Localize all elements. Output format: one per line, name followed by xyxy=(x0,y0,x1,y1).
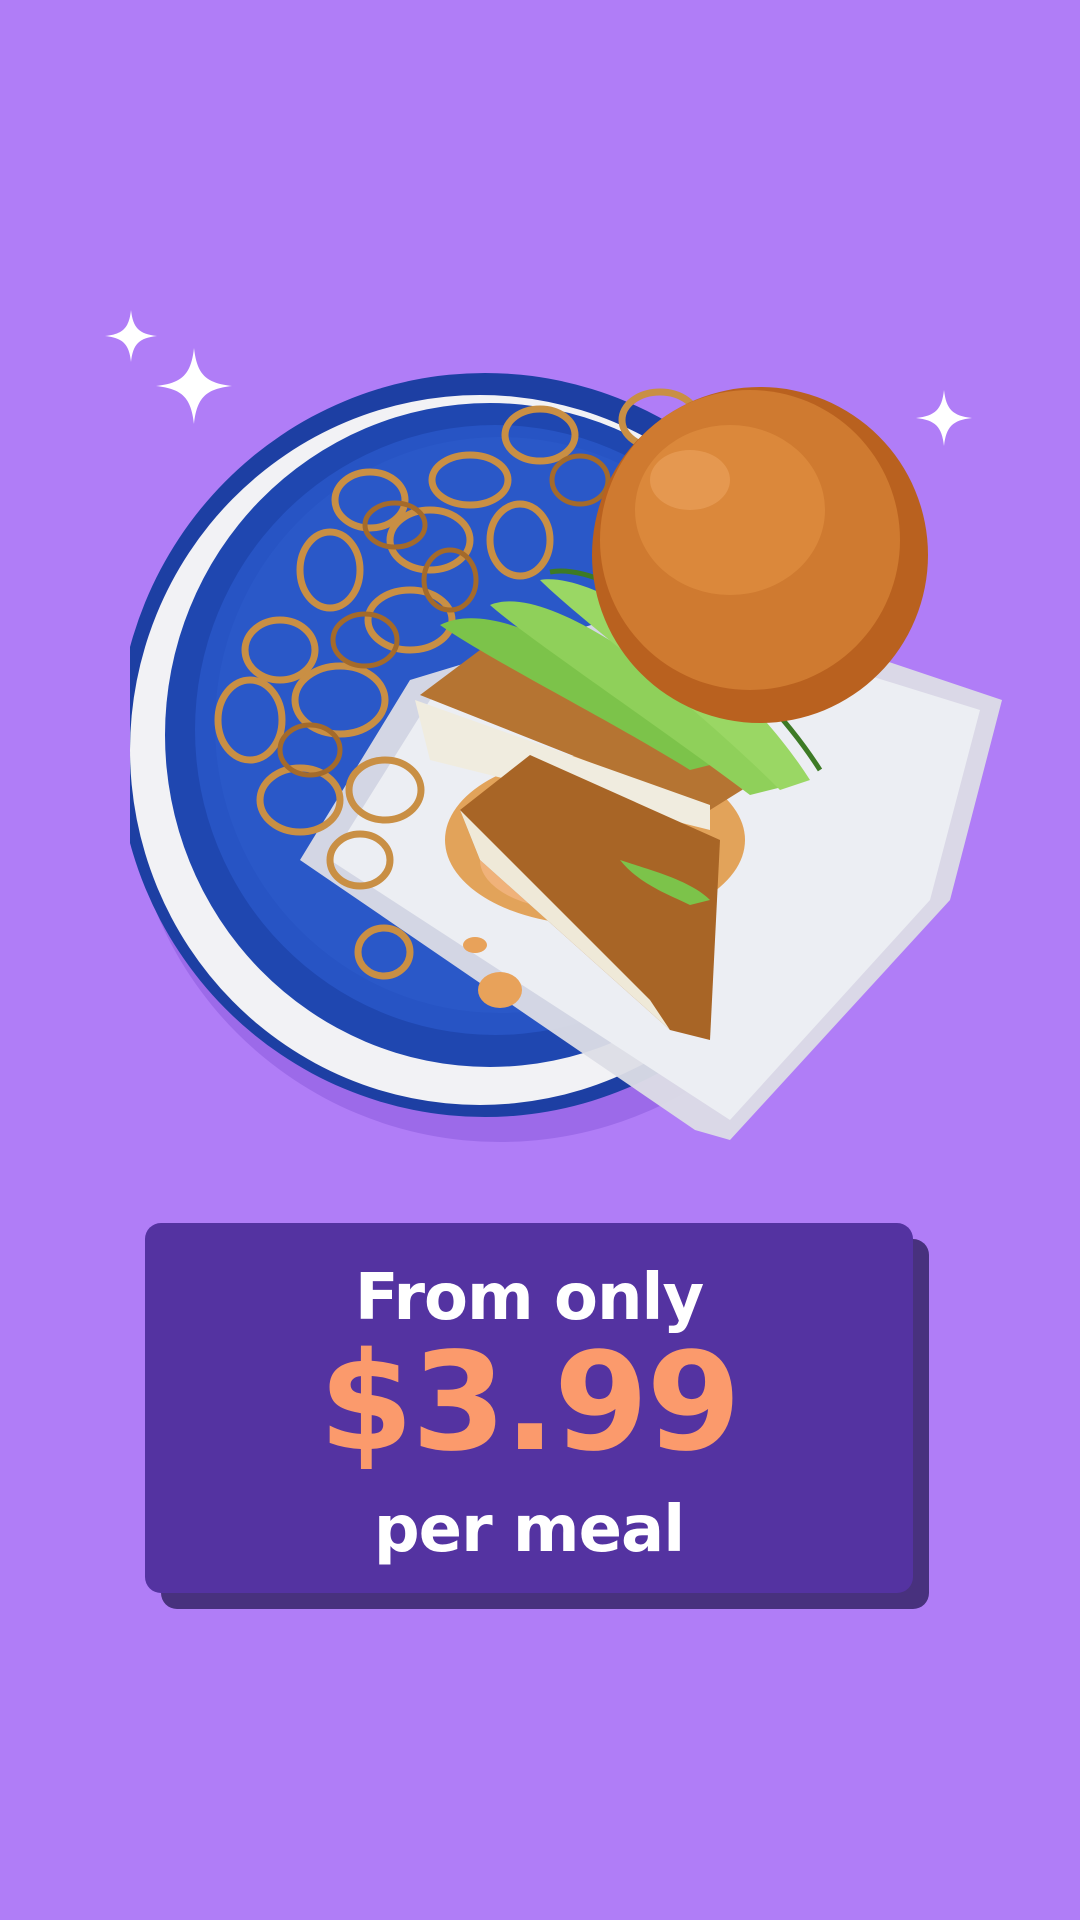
price-amount: $3.99 xyxy=(318,1324,741,1482)
meal-image xyxy=(117,340,1010,1160)
price-card: From only $3.99 per meal xyxy=(145,1223,913,1593)
promo-screen: From only $3.99 per meal xyxy=(0,0,1080,1920)
price-suffix-text: per meal xyxy=(373,1493,685,1567)
